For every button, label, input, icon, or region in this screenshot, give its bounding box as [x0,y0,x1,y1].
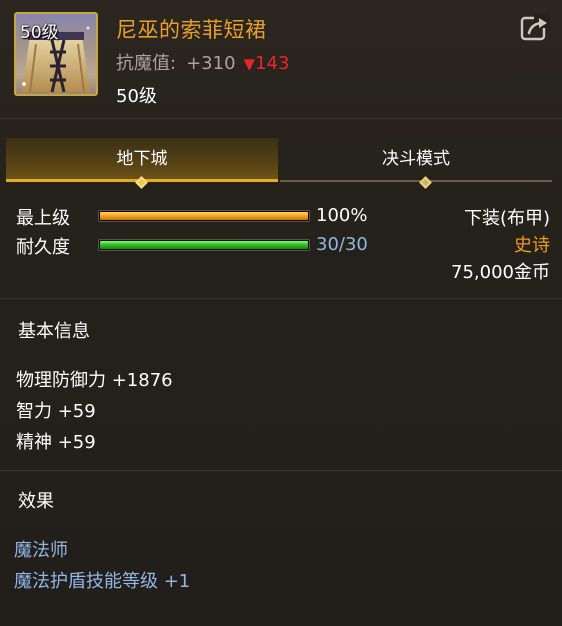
magic-resist-label: 抗魔值: [116,53,177,74]
upgrade-label: 最上级 [16,208,70,229]
attribute-line: 物理防御力 +1876 [16,370,173,391]
magic-resist-diff: 143 [255,53,290,74]
magic-resist-value: +310 [186,53,236,74]
durability-bar-fill [100,241,308,249]
mode-tabs: 地下城 决斗模式 [6,138,554,189]
header-divider [0,118,562,119]
decrease-arrow-icon: ▼ [243,55,256,73]
item-header: 50级 尼巫的索菲短裙 抗魔值: +310 ▼143 50级 [0,0,562,118]
item-rarity: 史诗 [514,235,550,256]
item-tooltip: 50级 尼巫的索菲短裙 抗魔值: +310 ▼143 50级 地下城 决斗模式 最上… [0,0,562,626]
attribute-line: 智力 +59 [16,401,96,422]
tab-dungeon-label: 地下城 [116,149,168,169]
tab-duel-mode[interactable]: 决斗模式 [280,138,552,189]
section-divider [0,298,562,299]
item-price: 75,000金币 [451,262,550,283]
icon-level-badge: 50级 [20,23,59,43]
tab-dungeon[interactable]: 地下城 [6,138,278,189]
basic-info-title: 基本信息 [18,321,90,342]
diamond-icon [135,176,148,189]
diamond-icon [419,176,432,189]
share-button[interactable] [520,14,550,42]
item-name: 尼巫的索菲短裙 [116,18,267,42]
attribute-line: 精神 +59 [16,432,96,453]
upgrade-value: 100% [316,205,368,226]
magic-resist-row: 抗魔值: +310 ▼143 [116,49,289,75]
upgrade-bar-fill [100,212,308,220]
item-icon: 50级 [14,12,98,96]
durability-bar [98,239,310,251]
required-level: 50级 [116,86,157,107]
share-icon [520,14,550,41]
effect-line: 魔法师 [14,540,68,561]
durability-label: 耐久度 [16,237,70,258]
effect-line: 魔法护盾技能等级 +1 [14,571,191,592]
durability-value: 30/30 [316,234,368,255]
tab-duel-mode-label: 决斗模式 [382,149,450,169]
effects-title: 效果 [18,491,54,512]
upgrade-bar [98,210,310,222]
item-type: 下装(布甲) [463,208,550,229]
section-divider [0,470,562,471]
